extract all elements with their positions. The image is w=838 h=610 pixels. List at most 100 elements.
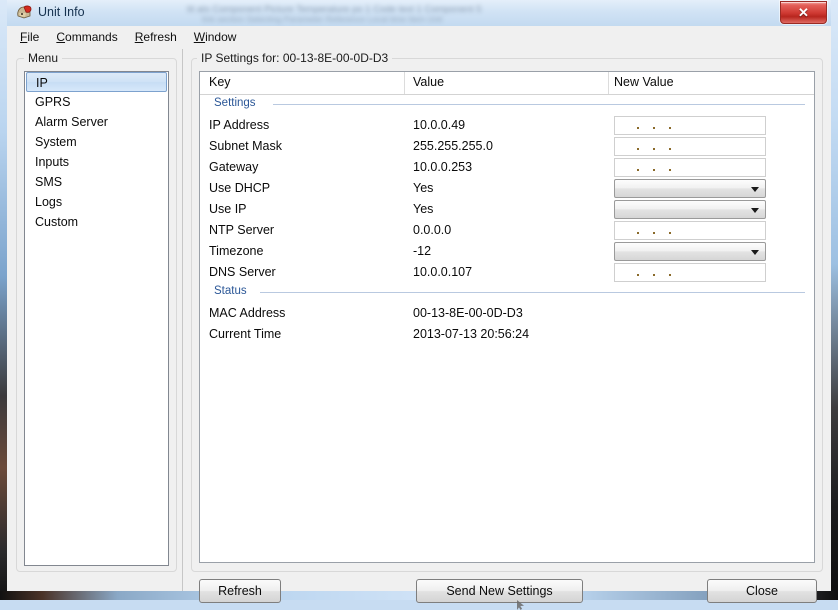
sidebar-item-ip[interactable]: IP <box>26 72 167 92</box>
sidebar-item-custom[interactable]: Custom <box>25 212 168 232</box>
row-editor-cell <box>614 263 766 282</box>
ip-separator-dot <box>669 169 671 171</box>
menu-window[interactable]: Window <box>187 28 247 46</box>
row-key: Subnet Mask <box>209 139 282 153</box>
row-key: Use DHCP <box>209 181 270 195</box>
table-row[interactable]: MAC Address 00-13-8E-00-0D-D3 <box>200 303 814 324</box>
section-divider <box>273 104 805 105</box>
new-value-dropdown[interactable] <box>614 179 766 198</box>
ip-address-input[interactable] <box>614 116 766 135</box>
row-key: MAC Address <box>209 306 285 320</box>
ip-separator-dot <box>669 148 671 150</box>
row-value: 10.0.0.107 <box>413 265 472 279</box>
sidebar-item-label: System <box>35 135 77 149</box>
section-header-status: Status <box>200 283 814 303</box>
table-row[interactable]: Timezone-12 <box>200 241 814 262</box>
ip-separator-dot <box>637 127 639 129</box>
row-value: 10.0.0.253 <box>413 160 472 174</box>
row-key: IP Address <box>209 118 269 132</box>
send-new-settings-button[interactable]: Send New Settings <box>416 579 583 603</box>
pane-splitter[interactable] <box>182 49 183 591</box>
refresh-button[interactable]: Refresh <box>199 579 281 603</box>
row-editor-cell <box>614 242 766 261</box>
sidebar-item-inputs[interactable]: Inputs <box>25 152 168 172</box>
row-editor-cell <box>614 116 766 135</box>
row-editor-cell <box>614 137 766 156</box>
menu-accel-key: F <box>20 30 27 44</box>
chevron-down-icon <box>751 208 759 213</box>
menu-accel-key: R <box>135 30 144 44</box>
client-area: FileCommandsRefreshWindow Menu IP GPRSAla… <box>7 26 831 591</box>
column-separator[interactable] <box>608 72 609 94</box>
table-row[interactable]: DNS Server 10.0.0.107 <box>200 262 814 283</box>
helmet-icon <box>15 4 33 22</box>
ip-separator-dot <box>637 148 639 150</box>
row-value: -12 <box>413 244 431 258</box>
sidebar-item-gprs[interactable]: GPRS <box>25 92 168 112</box>
sidebar-item-label: SMS <box>35 175 62 189</box>
new-value-dropdown[interactable] <box>614 242 766 261</box>
close-icon: ✕ <box>798 6 809 19</box>
sidebar-item-label: IP <box>36 76 48 90</box>
row-value: 2013-07-13 20:56:24 <box>413 327 529 341</box>
row-editor-cell <box>614 179 766 198</box>
window-frame-left <box>0 0 7 600</box>
menu-accel-key: W <box>194 30 205 44</box>
chevron-down-icon <box>751 187 759 192</box>
close-button-label: Close <box>746 584 778 598</box>
ip-separator-dot <box>637 169 639 171</box>
table-row[interactable]: Subnet Mask255.255.255.0 <box>200 136 814 157</box>
sidebar-item-label: Custom <box>35 215 78 229</box>
ip-address-input[interactable] <box>614 137 766 156</box>
ip-separator-dot <box>669 127 671 129</box>
ip-address-input[interactable] <box>614 158 766 177</box>
menu-bar: FileCommandsRefreshWindow <box>7 26 831 47</box>
window-title: Unit Info <box>38 5 85 19</box>
ip-separator-dot <box>669 274 671 276</box>
section-divider <box>260 292 805 293</box>
row-key: NTP Server <box>209 223 274 237</box>
menu-refresh[interactable]: Refresh <box>128 28 187 46</box>
section-label: Status <box>214 285 247 297</box>
ip-address-input[interactable] <box>614 263 766 282</box>
column-header-value[interactable]: Value <box>413 75 444 89</box>
ip-address-input[interactable] <box>614 221 766 240</box>
table-row[interactable]: IP Address 10.0.0.49 <box>200 115 814 136</box>
sidebar-item-label: Inputs <box>35 155 69 169</box>
sidebar-item-logs[interactable]: Logs <box>25 192 168 212</box>
menu-file[interactable]: File <box>13 28 49 46</box>
table-body: SettingsIP Address10.0.0.49Subnet Mask25… <box>200 95 814 345</box>
menu-group-label: Menu <box>24 51 62 65</box>
column-header-new-value[interactable]: New Value <box>614 75 674 89</box>
ip-separator-dot <box>653 127 655 129</box>
menu-commands[interactable]: Commands <box>49 28 127 46</box>
title-bar[interactable]: tit ats Component Picture Temperature po… <box>7 0 831 27</box>
column-separator[interactable] <box>404 72 405 94</box>
ip-separator-dot <box>653 148 655 150</box>
sidebar-item-sms[interactable]: SMS <box>25 172 168 192</box>
sidebar-item-system[interactable]: System <box>25 132 168 152</box>
row-editor-cell <box>614 221 766 240</box>
table-row[interactable]: Gateway10.0.0.253 <box>200 157 814 178</box>
settings-table: KeyValueNew Value SettingsIP Address10.0… <box>199 71 815 563</box>
row-value: 00-13-8E-00-0D-D3 <box>413 306 523 320</box>
ip-separator-dot <box>637 232 639 234</box>
window-close-button[interactable]: ✕ <box>780 1 827 24</box>
table-row[interactable]: NTP Server0.0.0.0 <box>200 220 814 241</box>
sidebar-menu-list[interactable]: IP GPRSAlarm Server System Inputs SMS Logs Cus… <box>24 71 169 566</box>
table-row[interactable]: Current Time 2013-07-13 20:56:24 <box>200 324 814 345</box>
ip-separator-dot <box>653 169 655 171</box>
backdrop-text-line2: link section Selecting Parameter Referen… <box>202 14 442 24</box>
sidebar-item-alarm-server[interactable]: Alarm Server <box>25 112 168 132</box>
close-button[interactable]: Close <box>707 579 817 603</box>
row-key: DNS Server <box>209 265 276 279</box>
table-row[interactable]: Use DHCPYes <box>200 178 814 199</box>
row-value: 10.0.0.49 <box>413 118 465 132</box>
table-row[interactable]: Use IPYes <box>200 199 814 220</box>
unit-info-window: tit ats Component Picture Temperature po… <box>0 0 838 600</box>
row-key: Use IP <box>209 202 247 216</box>
row-key: Current Time <box>209 327 281 341</box>
column-header-key[interactable]: Key <box>209 75 231 89</box>
new-value-dropdown[interactable] <box>614 200 766 219</box>
window-frame-right <box>831 0 838 600</box>
